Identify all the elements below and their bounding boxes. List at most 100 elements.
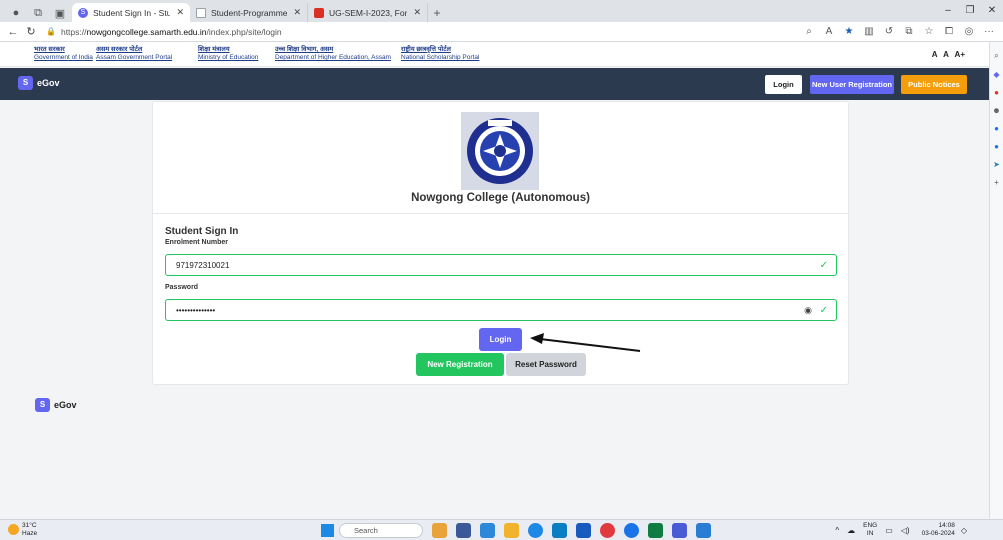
refresh-icon[interactable]: ↻	[22, 25, 40, 38]
valid-check-icon: ✓	[819, 259, 828, 271]
people-icon[interactable]: ☻	[990, 106, 1003, 115]
weather-sun-icon	[8, 524, 19, 535]
gov-link-hindi: भारत सरकार	[34, 46, 65, 53]
site-navbar: S eGov Login New User Registration Publi…	[0, 68, 989, 100]
edge-icon[interactable]	[528, 523, 543, 538]
show-password-eye-icon[interactable]: ◉	[804, 305, 812, 316]
gov-link-assam-portal[interactable]: असम सरकार पोर्टल Assam Government Portal	[96, 46, 172, 62]
gov-link-hindi: शिक्षा मंत्रालय	[198, 46, 230, 53]
windows-taskbar: 31°C Haze Search ^ ☁ ENG IN ▭ ◁) 14:08 0…	[0, 519, 1003, 540]
minimize-icon[interactable]: –	[937, 0, 959, 22]
app-icon[interactable]	[456, 523, 471, 538]
opera-icon[interactable]	[600, 523, 615, 538]
url-path: /index.php/site/login	[206, 26, 282, 37]
profile-icon[interactable]: ●	[6, 4, 26, 22]
tab-student-programme[interactable]: Student-Programme ✕	[190, 3, 308, 22]
taskbar-search-box[interactable]: Search	[339, 523, 423, 538]
brand-logo[interactable]: S eGov	[18, 76, 60, 90]
excel-icon[interactable]	[648, 523, 663, 538]
sign-in-heading: Student Sign In	[165, 226, 239, 237]
page-icon	[196, 7, 206, 18]
new-tab-button[interactable]: +	[428, 3, 446, 22]
games-icon[interactable]: ●	[990, 124, 1003, 133]
brand-mark-icon: S	[35, 398, 50, 412]
college-name: Nowgong College (Autonomous)	[411, 192, 590, 204]
chevron-up-icon[interactable]: ^	[835, 526, 839, 535]
search-icon[interactable]: ⌕	[799, 26, 819, 37]
url-field[interactable]: 🔒 https://nowgongcollege.samarth.edu.in /…	[46, 24, 766, 40]
enrolment-number-input[interactable]: 971972310021 ✓	[165, 254, 837, 276]
chrome-icon[interactable]	[624, 523, 639, 538]
clock[interactable]: 14:08 03-06-2024	[922, 522, 955, 538]
gov-link-education[interactable]: शिक्षा मंत्रालय Ministry of Education	[198, 46, 258, 62]
brand-mark-icon: S	[18, 76, 33, 90]
file-explorer-icon[interactable]	[504, 523, 519, 538]
password-input[interactable]: •••••••••••••• ◉ ✓	[165, 299, 837, 321]
lock-icon[interactable]: 🔒	[46, 27, 56, 36]
clock-date: 03-06-2024	[921, 530, 955, 537]
more-icon[interactable]: ···	[979, 26, 999, 37]
favorites-icon[interactable]: ☆	[919, 26, 939, 37]
gov-link-india[interactable]: भारत सरकार Government of India	[34, 46, 93, 62]
add-icon[interactable]: +	[990, 178, 1003, 187]
back-icon[interactable]: ←	[4, 26, 22, 38]
address-bar-row: ← ↻ 🔒 https://nowgongcollege.samarth.edu…	[0, 22, 1003, 42]
public-notices-button[interactable]: Public Notices	[901, 75, 967, 94]
close-icon[interactable]: ✕	[293, 7, 301, 18]
college-logo	[461, 112, 539, 190]
refresh-page-icon[interactable]: ↺	[879, 26, 899, 37]
font-size-controls[interactable]: A A A+	[932, 50, 965, 59]
tab-title: Student-Programme	[211, 7, 288, 18]
restore-icon[interactable]: ❐	[959, 0, 981, 22]
region-code: IN	[866, 530, 874, 537]
footer-brand-name: eGov	[54, 400, 77, 410]
browser-sidebar: ⌕ ◆ ● ☻ ● ● ➤ +	[989, 42, 1003, 518]
tab-form-fillup[interactable]: UG-SEM-I-2023, Form Fillup Not ✕	[308, 3, 428, 22]
app-icon[interactable]	[432, 523, 447, 538]
workspaces-icon[interactable]: ⧉	[28, 4, 48, 22]
new-registration-button[interactable]: New Registration	[416, 353, 504, 376]
outlook-icon[interactable]: ●	[990, 142, 1003, 151]
gov-link-scholarship[interactable]: राष्ट्रीय छात्रवृत्ति पोर्टल National Sc…	[401, 46, 479, 62]
close-window-icon[interactable]: ✕	[981, 0, 1003, 22]
gov-link-english: National Scholarship Portal	[401, 54, 480, 61]
read-aloud-icon[interactable]: A	[819, 26, 839, 37]
windows-start-icon[interactable]	[321, 524, 334, 537]
collections-icon[interactable]: ⧠	[939, 26, 959, 37]
gov-link-english: Assam Government Portal	[96, 54, 173, 61]
volume-icon[interactable]: ◁)	[901, 526, 910, 535]
tab-actions-icon[interactable]: ▣	[50, 4, 70, 22]
gov-link-higher-education[interactable]: उच्च शिक्षा विभाग, असम Department of Hig…	[275, 46, 391, 62]
new-user-registration-button[interactable]: New User Registration	[810, 75, 894, 94]
enrolment-label: Enrolment Number	[165, 239, 229, 246]
shopping-icon[interactable]: ●	[990, 88, 1003, 97]
pdf-icon	[314, 7, 324, 18]
password-value: ••••••••••••••	[176, 305, 216, 315]
search-icon[interactable]: ⌕	[990, 51, 1003, 61]
network-icon[interactable]: ▭	[885, 526, 893, 535]
language-indicator[interactable]: ENG IN	[863, 522, 877, 538]
nav-login-button[interactable]: Login	[765, 75, 802, 94]
app-icon[interactable]	[696, 523, 711, 538]
close-icon[interactable]: ✕	[413, 7, 421, 18]
copilot-icon[interactable]: ◎	[959, 26, 979, 37]
extensions-icon[interactable]: ⧉	[899, 26, 919, 37]
favorite-star-icon[interactable]: ★	[839, 26, 859, 37]
reset-password-button[interactable]: Reset Password	[506, 353, 586, 376]
store-icon[interactable]	[552, 523, 567, 538]
app-icon[interactable]	[672, 523, 687, 538]
close-icon[interactable]: ✕	[176, 7, 184, 18]
login-button[interactable]: Login	[479, 328, 522, 351]
app-icon[interactable]	[480, 523, 495, 538]
address-bar-tools: ⌕ A ★ ▥ ↺ ⧉ ☆ ⧠ ◎ ···	[799, 26, 999, 37]
word-icon[interactable]	[576, 523, 591, 538]
weather-widget[interactable]: 31°C Haze	[8, 522, 37, 538]
tab-student-sign-in[interactable]: S Student Sign In - Students Portal ✕	[72, 3, 190, 22]
notification-bell-icon[interactable]: ◇	[961, 526, 967, 535]
split-screen-icon[interactable]: ▥	[859, 26, 879, 37]
browser-tabstrip: ● ⧉ ▣ S Student Sign In - Students Porta…	[0, 0, 1003, 22]
tag-icon[interactable]: ◆	[990, 70, 1003, 79]
send-icon[interactable]: ➤	[990, 160, 1003, 169]
tab-favicon-icon: S	[78, 7, 88, 18]
cloud-icon[interactable]: ☁	[847, 526, 855, 535]
